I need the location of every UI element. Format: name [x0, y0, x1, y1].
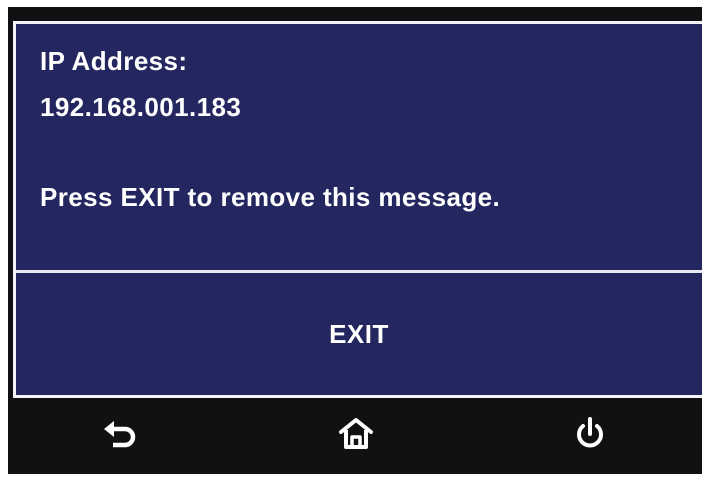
- ip-address-value: 192.168.001.183: [40, 92, 242, 122]
- exit-button-label: EXIT: [329, 318, 389, 349]
- dialog-message: IP Address: 192.168.001.183 Press EXIT t…: [40, 38, 500, 220]
- ip-address-dialog: IP Address: 192.168.001.183 Press EXIT t…: [13, 21, 702, 398]
- exit-button[interactable]: EXIT: [16, 273, 702, 395]
- home-icon: [339, 418, 373, 449]
- back-icon: [104, 421, 136, 448]
- dialog-instruction: Press EXIT to remove this message.: [40, 182, 501, 212]
- back-button[interactable]: [76, 406, 166, 462]
- bottom-navigation-bar: [8, 400, 702, 474]
- ip-address-label: IP Address:: [40, 46, 188, 76]
- power-button[interactable]: [545, 406, 635, 462]
- power-icon: [577, 417, 603, 448]
- home-button[interactable]: [311, 406, 401, 462]
